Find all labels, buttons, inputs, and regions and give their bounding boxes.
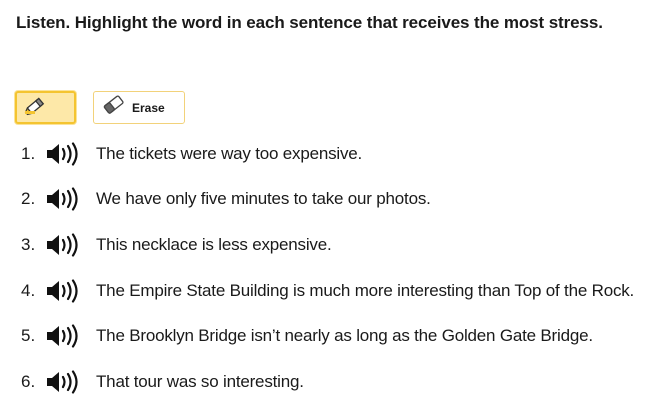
sentence-text[interactable]: That tour was so interesting. <box>96 369 304 395</box>
speaker-icon[interactable] <box>45 324 81 348</box>
speaker-icon[interactable] <box>45 187 81 211</box>
sentence-number: 2. <box>21 189 36 208</box>
sentence-row: 6. That tour was so interesting. <box>0 369 671 395</box>
highlighter-icon <box>24 94 50 121</box>
speaker-icon[interactable] <box>45 279 81 303</box>
sentence-text[interactable]: The Empire State Building is much more i… <box>96 278 634 304</box>
speaker-icon[interactable] <box>45 370 81 394</box>
sentence-row: 4. The Empire State Building is much more… <box>0 278 671 304</box>
sentence-number: 4. <box>21 281 36 300</box>
erase-button[interactable]: Erase <box>93 91 185 124</box>
erase-label: Erase <box>132 100 165 115</box>
sentence-row: 3. This necklace is less expensive. <box>0 232 671 258</box>
sentence-text[interactable]: This necklace is less expensive. <box>96 232 332 258</box>
sentence-row: 2. We have only five minutes to take our … <box>0 186 671 212</box>
sentence-text[interactable]: The tickets were way too expensive. <box>96 141 362 167</box>
sentence-number: 1. <box>21 144 36 163</box>
eraser-icon <box>102 94 126 121</box>
sentence-row: 1. The tickets were way too expensive. <box>0 141 671 167</box>
sentence-number: 6. <box>21 372 36 391</box>
sentence-number: 3. <box>21 235 36 254</box>
speaker-icon[interactable] <box>45 142 81 166</box>
sentence-row: 5. The Brooklyn Bridge isn’t nearly as lo… <box>0 323 671 349</box>
sentence-text[interactable]: We have only five minutes to take our ph… <box>96 186 431 212</box>
instruction-heading: Listen. Highlight the word in each sente… <box>16 13 603 32</box>
sentence-number: 5. <box>21 326 36 345</box>
highlighter-button[interactable] <box>15 91 76 124</box>
sentence-text[interactable]: The Brooklyn Bridge isn’t nearly as long… <box>96 323 593 349</box>
speaker-icon[interactable] <box>45 233 81 257</box>
